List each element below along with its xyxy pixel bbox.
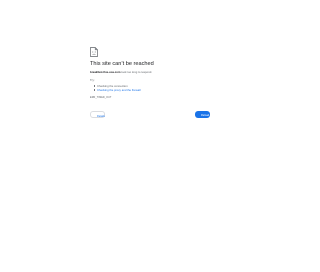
error-title: This site can’t be reached — [90, 61, 154, 67]
error-host: breakfast-fixe-usa.com — [90, 70, 121, 74]
reload-button[interactable]: Reload — [195, 111, 210, 118]
suggestions-list: Checking the connection Checking the pro… — [94, 84, 141, 92]
suggestion-link[interactable]: Checking the proxy and the firewall — [97, 88, 141, 92]
sad-document-icon — [90, 44, 98, 57]
details-button[interactable]: Details — [90, 111, 105, 118]
error-description: breakfast-fixe-usa.com took too long to … — [90, 70, 153, 75]
error-code: ERR_TIMED_OUT — [90, 96, 112, 99]
suggestion-item[interactable]: Checking the proxy and the firewall — [94, 88, 141, 92]
try-label: Try: — [90, 78, 95, 82]
error-message: took too long to respond. — [121, 70, 153, 74]
